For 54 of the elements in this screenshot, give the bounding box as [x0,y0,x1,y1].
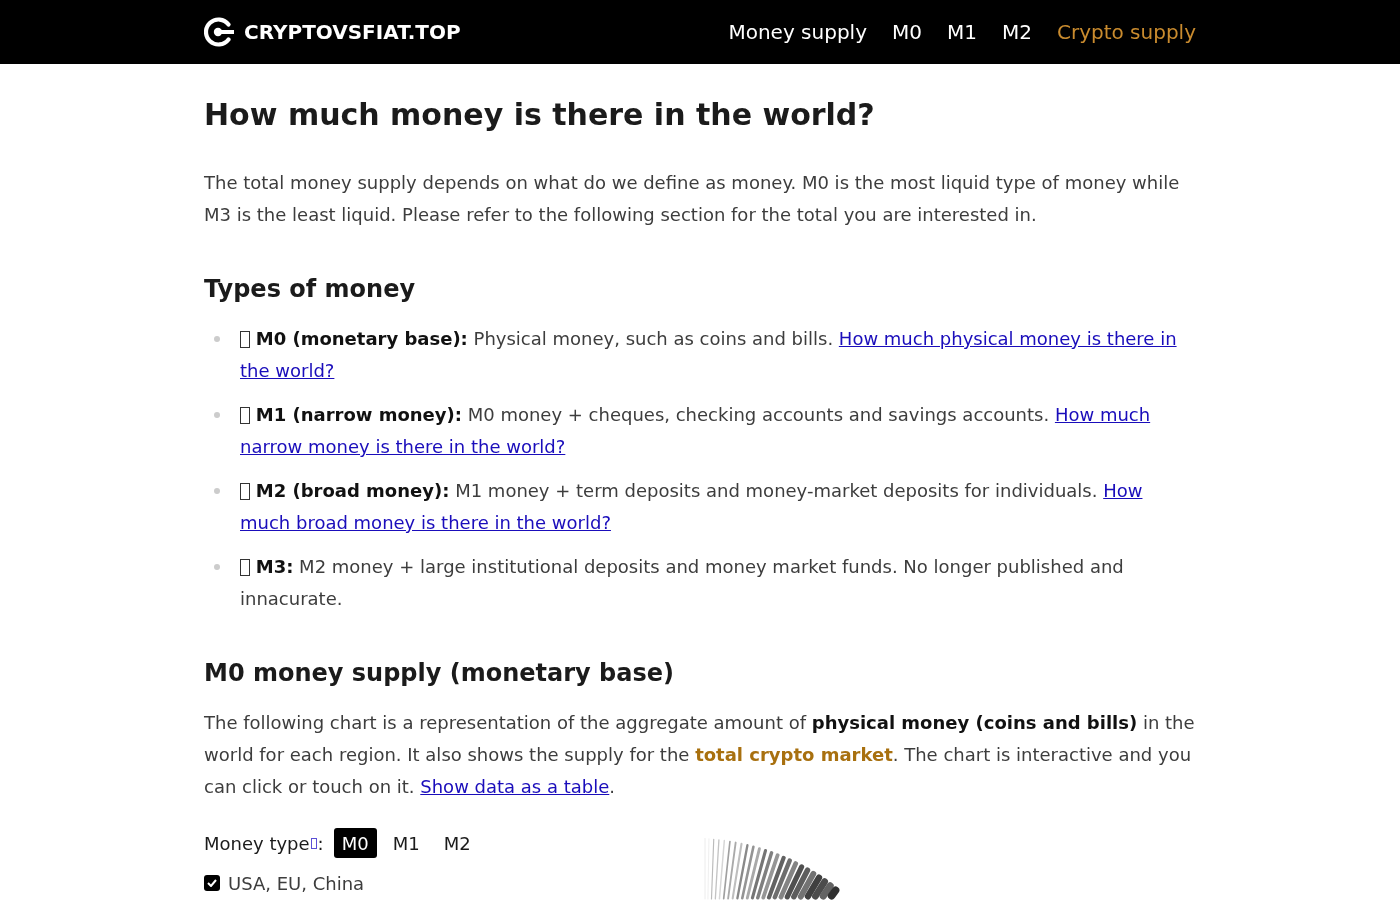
article-link[interactable]: narrow money is there in the world? [240,436,566,457]
radial-bar [761,853,780,900]
article-link[interactable]: the world? [240,360,335,381]
show-table-link[interactable]: Show data as a table [420,776,610,797]
definition-text: M3: M2 money + large institutional deposits and money market funds. No longer published and innacurate. [240,555,1125,611]
region-checkbox[interactable] [204,875,220,891]
radial-bar [772,858,792,900]
radial-bar [740,845,755,900]
radial-bar [756,851,774,900]
nav-link[interactable]: M1 [947,16,977,48]
nav-link[interactable]: M0 [892,16,922,48]
definition-text: M1 (narrow money): M0 money + cheques, checking accounts and savings accounts. How much narrow money is there in the world? [240,403,1152,459]
page-title: How much money is there in the world? [204,96,876,134]
logo-icon [204,17,234,47]
bullet-icon [214,336,220,342]
radial-bar [778,861,799,900]
radial-bar [722,840,731,900]
money-type-option[interactable]: M1 [384,828,428,858]
money-type-label: Money type [204,831,310,856]
radial-bar [745,847,761,900]
radial-bar [766,855,786,900]
chart-description: The following chart is a representation of the aggregate amount of physical money (coins and bills) in the world for each region. It also shows the supply for the total crypto market. The chart is interactive and you can click or touch on it. Show data as a table. [204,711,1196,799]
nav-link[interactable]: Crypto supply [1056,16,1196,48]
radial-bar [731,842,743,900]
missing-glyph-icon [240,407,250,424]
section-heading: M0 money supply (monetary base) [204,658,675,689]
nav-link[interactable]: M2 [1001,16,1032,48]
intro-paragraph: The total money supply depends on what do we define as money. M0 is the most liquid type of money while M3 is the least liquid. Please refer to the following section for the total you are interested in. [204,171,1181,227]
missing-glyph-icon [240,331,250,348]
radial-bar [750,849,768,900]
colon-text: : [317,831,324,856]
section-heading: Types of money [204,274,417,305]
definition-text: M2 (broad money): M1 money + term deposits and money-market deposits for individuals. How much broad money is there in the world? [240,479,1144,535]
home-logo-link[interactable]: CRYPTOVSFIAT.TOP [204,16,461,48]
bullet-icon [214,412,220,418]
money-type-option[interactable]: M0 [333,828,377,858]
missing-glyph-icon [240,483,250,500]
article-link[interactable]: How much physical money is there in [838,328,1177,349]
article-link[interactable]: How much [1054,404,1151,425]
bullet-icon [214,564,220,570]
money-type-option[interactable]: M2 [435,828,479,858]
missing-glyph-icon [240,559,250,576]
nav-link[interactable]: Money supply [728,16,867,48]
missing-glyph-icon[interactable] [310,837,317,849]
checkbox-label: USA, EU, China [228,871,365,896]
radial-bar [784,864,805,900]
checkmark-icon [207,879,217,887]
article-link[interactable]: much broad money is there in the world? [240,512,611,533]
article-link[interactable]: How [1103,480,1143,501]
radial-bar [736,844,749,900]
definition-text: M0 (monetary base): Physical money, such as coins and bills. How much physical money is there in the world? [240,327,1178,383]
bullet-icon [214,488,220,494]
radial-bar [727,841,737,900]
radial-bar [797,870,817,900]
